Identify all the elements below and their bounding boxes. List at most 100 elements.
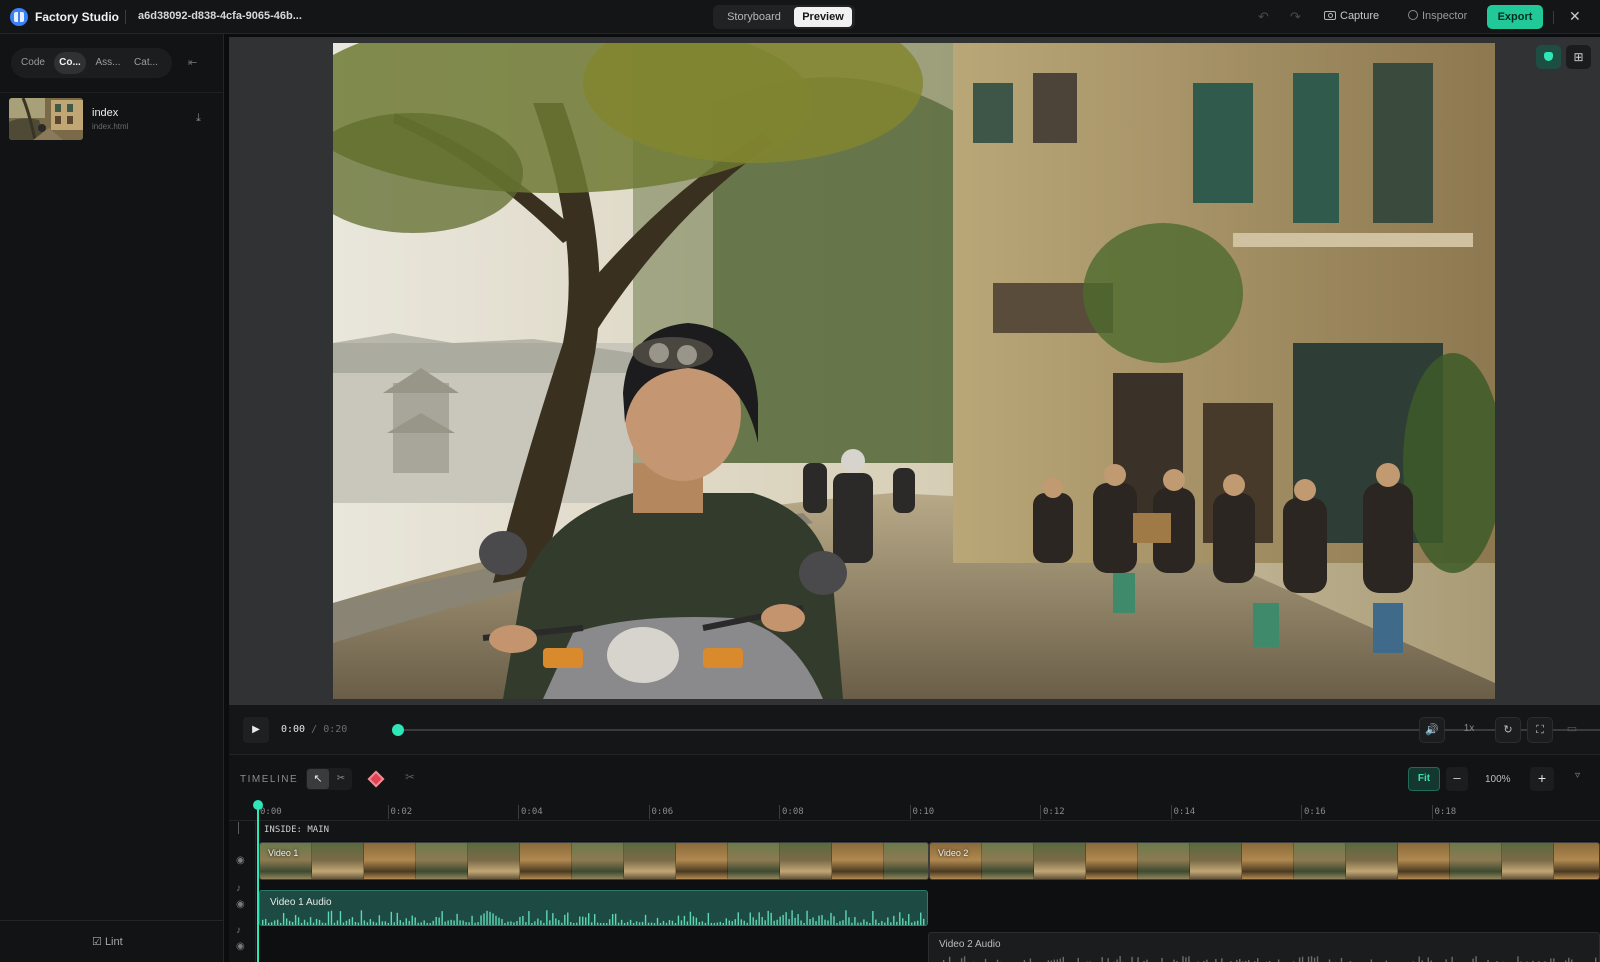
video-thumbnail-frame (1138, 843, 1190, 879)
zoom-out-button[interactable]: – (1446, 767, 1468, 791)
fit-button[interactable]: Fit (1408, 767, 1440, 791)
redo-icon[interactable]: ↷ (1290, 9, 1301, 25)
video-clip[interactable]: Video 1 (259, 842, 929, 880)
waveform-bar (372, 921, 375, 925)
playback-speed-button[interactable]: 1x (1456, 717, 1482, 743)
storyboard-view-button[interactable]: Storyboard (715, 7, 793, 27)
waveform-bar (698, 922, 701, 925)
waveform-bar (809, 918, 811, 925)
eye-icon[interactable]: ◉ (236, 899, 245, 910)
waveform-bar (599, 922, 602, 925)
razor-tool-icon[interactable]: ✂ (330, 769, 352, 789)
tab-catalog[interactable]: Cat... (129, 52, 163, 74)
waveform-bar (899, 912, 901, 925)
waveform-bar (1475, 956, 1477, 962)
waveform-bar (330, 910, 333, 925)
keyframe-icon[interactable] (367, 770, 385, 788)
composition-item[interactable]: index index.html ⤓ (0, 94, 224, 146)
video-thumbnail-frame (832, 843, 884, 879)
fullscreen-icon[interactable]: ⛶ (1527, 717, 1553, 743)
zoom-in-button[interactable]: + (1530, 767, 1554, 791)
video-thumbnail-frame (1554, 843, 1599, 879)
waveform-bar (1188, 956, 1190, 962)
timeline-ruler[interactable]: 0:00 0:02 0:04 0:06 0:08 0:10 0:12 0:14 0:16 0:18 (229, 803, 1600, 821)
waveform-bar (866, 921, 868, 925)
video-clip[interactable]: Video 2 (929, 842, 1600, 880)
audio-clip[interactable]: Video 2 Audio (928, 932, 1600, 962)
download-icon[interactable]: ⤓ (196, 112, 201, 125)
close-icon[interactable]: ✕ (1569, 8, 1581, 25)
export-button[interactable]: Export (1487, 5, 1543, 29)
waveform-bar (1595, 957, 1597, 962)
collapse-sidebar-icon[interactable]: ⇤ (188, 56, 197, 69)
waveform-bar (1418, 956, 1420, 962)
waveform-bar (1119, 956, 1121, 962)
waveform-bar (357, 922, 360, 925)
loop-icon[interactable]: ↻ (1495, 717, 1521, 743)
waveform-bar (659, 922, 662, 925)
waveform-bar (537, 918, 539, 925)
video-thumbnail-frame (1034, 843, 1086, 879)
waveform-bar (908, 914, 910, 925)
waveform-bar (381, 921, 384, 925)
waveform-bar (267, 922, 270, 925)
undo-icon[interactable]: ↶ (1258, 9, 1269, 25)
mascot-toggle-icon[interactable] (1536, 45, 1561, 69)
tab-assets[interactable]: Ass... (91, 52, 125, 74)
waveform-bar (363, 920, 366, 925)
waveform-bar (516, 920, 518, 925)
waveform-bar (1077, 957, 1079, 962)
waveform-bar (806, 910, 808, 925)
tab-compositions[interactable]: Co... (54, 52, 86, 74)
document-id[interactable]: a6d38092-d838-4cfa-9065-46b... (138, 10, 302, 22)
waveform-bar (540, 920, 542, 925)
preview-video-frame[interactable] (333, 43, 1495, 699)
waveform-bar (680, 920, 683, 925)
waveform-bar (1307, 956, 1310, 962)
waveform-bar (546, 910, 548, 925)
waveform-bar (1131, 956, 1133, 962)
audio-clip[interactable]: Video 1 Audio (259, 890, 928, 926)
eye-icon[interactable]: ◉ (236, 941, 245, 952)
select-tool-icon[interactable]: ↖ (307, 769, 329, 789)
grid-icon[interactable]: ⊞ (1566, 45, 1591, 69)
waveform-bar (948, 956, 951, 962)
track-marker-icon: │ (236, 823, 243, 834)
waveform-bar (674, 922, 677, 925)
ruler-tick: 0:18 (1431, 805, 1456, 819)
waveform-bar (378, 915, 381, 925)
waveform-bar (1161, 957, 1163, 962)
play-button[interactable]: ▶ (243, 717, 269, 743)
timeline-menu-icon[interactable]: ▿ (1575, 770, 1580, 781)
split-icon[interactable]: ✂ (405, 770, 415, 784)
picture-in-picture-icon[interactable]: ▭ (1559, 717, 1585, 743)
capture-button[interactable]: Capture (1324, 10, 1379, 22)
waveform-bar (887, 917, 889, 925)
waveform-bar (483, 913, 485, 925)
preview-view-button[interactable]: Preview (794, 7, 852, 27)
inspector-button[interactable]: Inspector (1408, 10, 1467, 22)
lint-button[interactable]: ☑ Lint (92, 935, 123, 948)
waveform-bar (591, 922, 593, 925)
waveform-bar (596, 922, 599, 925)
waveform-bar (513, 922, 515, 925)
waveform-bar (510, 921, 512, 925)
eye-icon[interactable]: ◉ (236, 855, 245, 866)
current-time: 0:00 (281, 724, 306, 735)
tab-code[interactable]: Code (16, 52, 50, 74)
top-bar: Factory Studio a6d38092-d838-4cfa-9065-4… (0, 0, 1600, 34)
app-title: Factory Studio (35, 10, 120, 24)
scrubber-handle[interactable] (392, 724, 404, 736)
waveform-bar (369, 919, 372, 925)
waveform-bar (644, 914, 647, 925)
playhead-line[interactable] (257, 802, 259, 962)
waveform-bar (671, 920, 674, 925)
waveform-bar (498, 917, 500, 925)
waveform-bar (303, 919, 306, 925)
inspector-icon (1408, 10, 1418, 20)
volume-icon[interactable]: 🔊 (1419, 717, 1445, 743)
playhead-handle[interactable] (253, 800, 263, 810)
waveform-bar (1472, 958, 1474, 962)
waveform-bar (345, 920, 348, 925)
waveform-bar (1301, 956, 1304, 962)
